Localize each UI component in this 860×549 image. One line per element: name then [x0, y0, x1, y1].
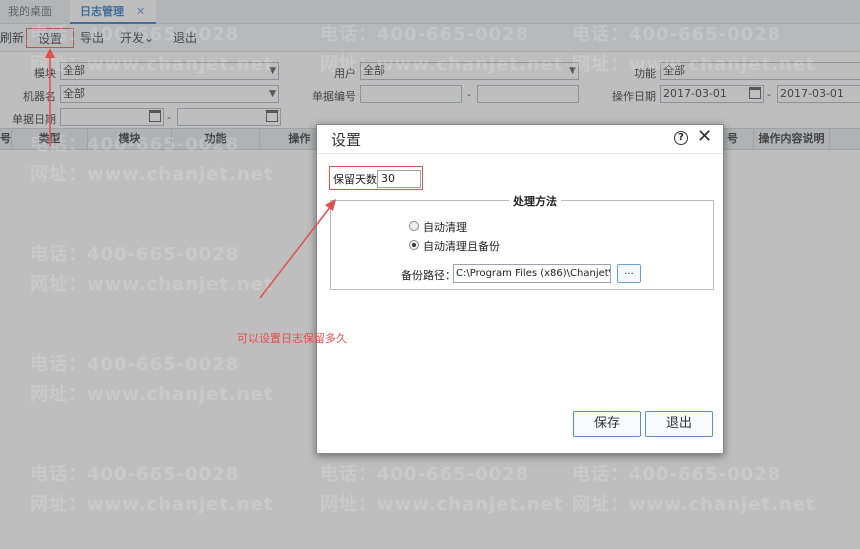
- arrowhead-icon: [45, 48, 55, 58]
- annotation-note: 可以设置日志保留多久: [237, 332, 347, 345]
- arrow-to-keep-days: [259, 205, 332, 299]
- annotation-arrows: [45, 48, 336, 299]
- arrowhead-icon: [325, 199, 336, 211]
